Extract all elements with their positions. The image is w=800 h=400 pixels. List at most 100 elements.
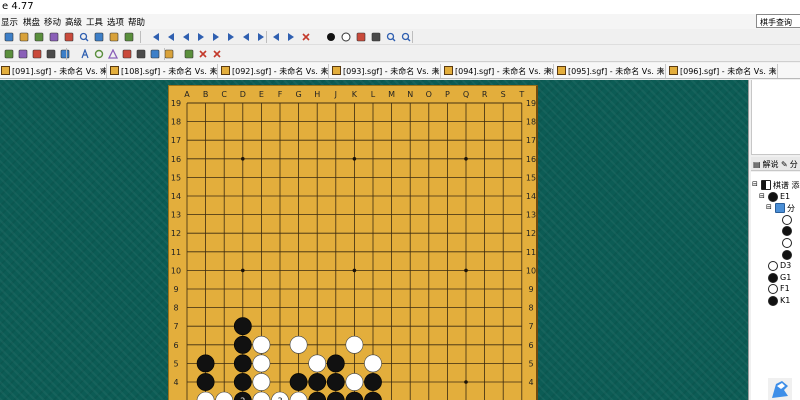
document-tab[interactable]: [093].sgf] - 未命名 Vs. 未命名× [331,64,441,78]
print-icon[interactable] [49,32,59,42]
close-icon[interactable]: × [658,66,665,75]
black-stone[interactable] [233,335,252,354]
save-icon[interactable] [34,32,44,42]
document-tab[interactable]: [108].sgf] - 未命名 Vs. 未命名× [109,64,218,78]
white-stone[interactable] [215,391,234,400]
next-variation-icon[interactable] [256,32,266,42]
column-label: O [426,90,432,99]
menu-item[interactable]: 帮助 [128,16,145,28]
close-icon[interactable]: × [321,66,328,75]
row-label: 7 [173,322,178,331]
close-icon[interactable]: × [546,66,553,75]
document-tab[interactable]: [094].sgf] - 未命名 Vs. 未命名*× [443,64,554,78]
document-tab[interactable]: [092].sgf] - 未命名 Vs. 未命名× [220,64,329,78]
star-point [464,380,468,384]
close-icon[interactable]: × [99,66,106,75]
black-stone-icon[interactable] [326,32,336,42]
circle-icon[interactable] [94,49,104,59]
white-stone[interactable] [252,354,271,373]
black-stone[interactable] [196,373,215,391]
board-icon[interactable] [64,32,74,42]
black-stone[interactable] [308,391,327,400]
cut-icon[interactable] [198,49,208,59]
white-stone-icon[interactable] [341,32,351,42]
menu-item[interactable]: 高级 [65,16,82,28]
board-view-icon[interactable] [109,32,119,42]
close-icon[interactable]: × [210,66,217,75]
forward-icon[interactable] [196,32,206,42]
first-move-icon[interactable] [151,32,161,42]
pencil-icon[interactable] [18,49,28,59]
black-stone[interactable] [345,391,364,400]
marker-icon[interactable] [184,49,194,59]
square-icon[interactable] [122,49,132,59]
black-stone[interactable] [308,373,327,391]
black-stone[interactable] [364,373,382,391]
white-stone[interactable] [289,335,308,354]
close-icon[interactable]: × [770,66,777,75]
close-icon[interactable]: × [433,66,440,75]
grid-icon[interactable] [60,49,70,59]
zoom-icon[interactable] [386,32,396,42]
menu-item[interactable]: 选项 [107,16,124,28]
black-stone[interactable] [364,391,382,400]
black-stone[interactable] [233,373,252,391]
cut-variation-icon[interactable] [301,32,311,42]
triangle-icon[interactable] [108,49,118,59]
document-tab[interactable]: [091].sgf] - 未命名 Vs. 未命名× [0,64,107,78]
black-stone[interactable] [326,391,345,400]
white-stone[interactable] [252,391,271,400]
board-file-icon [110,66,119,75]
white-stone[interactable] [289,391,308,400]
side-tab[interactable]: ✎ 分 [781,159,798,170]
black-stone[interactable] [326,354,345,373]
white-stone[interactable] [345,373,364,391]
white-stone[interactable] [345,335,364,354]
menu-item[interactable]: 显示 [1,16,18,28]
pin-icon[interactable] [4,49,14,59]
play-icon[interactable] [356,32,366,42]
player-search-input[interactable]: 棋手查询 [756,14,800,28]
color-icon[interactable] [32,49,42,59]
black-stone[interactable] [289,373,308,391]
palette-icon[interactable] [46,49,56,59]
white-stone[interactable] [252,335,271,354]
delete-icon[interactable] [212,49,222,59]
up-variation-icon[interactable] [271,32,281,42]
white-stone[interactable] [252,373,271,391]
tag-icon[interactable] [150,49,160,59]
white-stone[interactable] [308,354,327,373]
tree-icon[interactable] [371,32,381,42]
go-board[interactable]: A B C D E F G H J K L M N O P Q R S T 19 19 18 18 17 17 16 16 15 15 1… [168,85,538,400]
last-move-icon[interactable] [226,32,236,42]
help-icon[interactable] [401,32,411,42]
fast-forward-icon[interactable] [211,32,221,42]
down-variation-icon[interactable] [286,32,296,42]
white-stone[interactable] [196,391,215,400]
black-stone[interactable] [233,317,252,336]
prev-variation-icon[interactable] [241,32,251,42]
new-icon[interactable] [4,32,14,42]
text-a-icon[interactable] [80,49,90,59]
side-tab[interactable]: ▤ 解说 [753,159,779,170]
menu-item[interactable]: 工具 [86,16,103,28]
black-stone[interactable] [196,354,215,373]
label-icon[interactable] [136,49,146,59]
document-tab[interactable]: [095].sgf] - 未命名 Vs. 未命名× [556,64,666,78]
undo-icon[interactable] [124,32,134,42]
black-stone[interactable] [233,354,252,373]
find-icon[interactable] [79,32,89,42]
open-icon[interactable] [19,32,29,42]
tab-label: [108].sgf] - 未命名 Vs. 未命名 [121,67,218,76]
fast-back-icon[interactable] [166,32,176,42]
white-stone[interactable] [364,354,382,373]
black-stone[interactable] [326,373,345,391]
side-panel-tabs: ▤ 解说 ✎ 分 [751,157,800,171]
menu-item[interactable]: 棋盘 [23,16,40,28]
document-tab[interactable]: [096].sgf] - 未命名 Vs. 未命名*× [668,64,778,78]
back-icon[interactable] [181,32,191,42]
menu-item[interactable]: 移动 [44,16,61,28]
edit-icon[interactable] [94,32,104,42]
go-board-grid[interactable]: A B C D E F G H J K L M N O P Q R S T19 1918 1817 1716 1615 151… [169,86,539,400]
picture-icon[interactable] [164,49,174,59]
